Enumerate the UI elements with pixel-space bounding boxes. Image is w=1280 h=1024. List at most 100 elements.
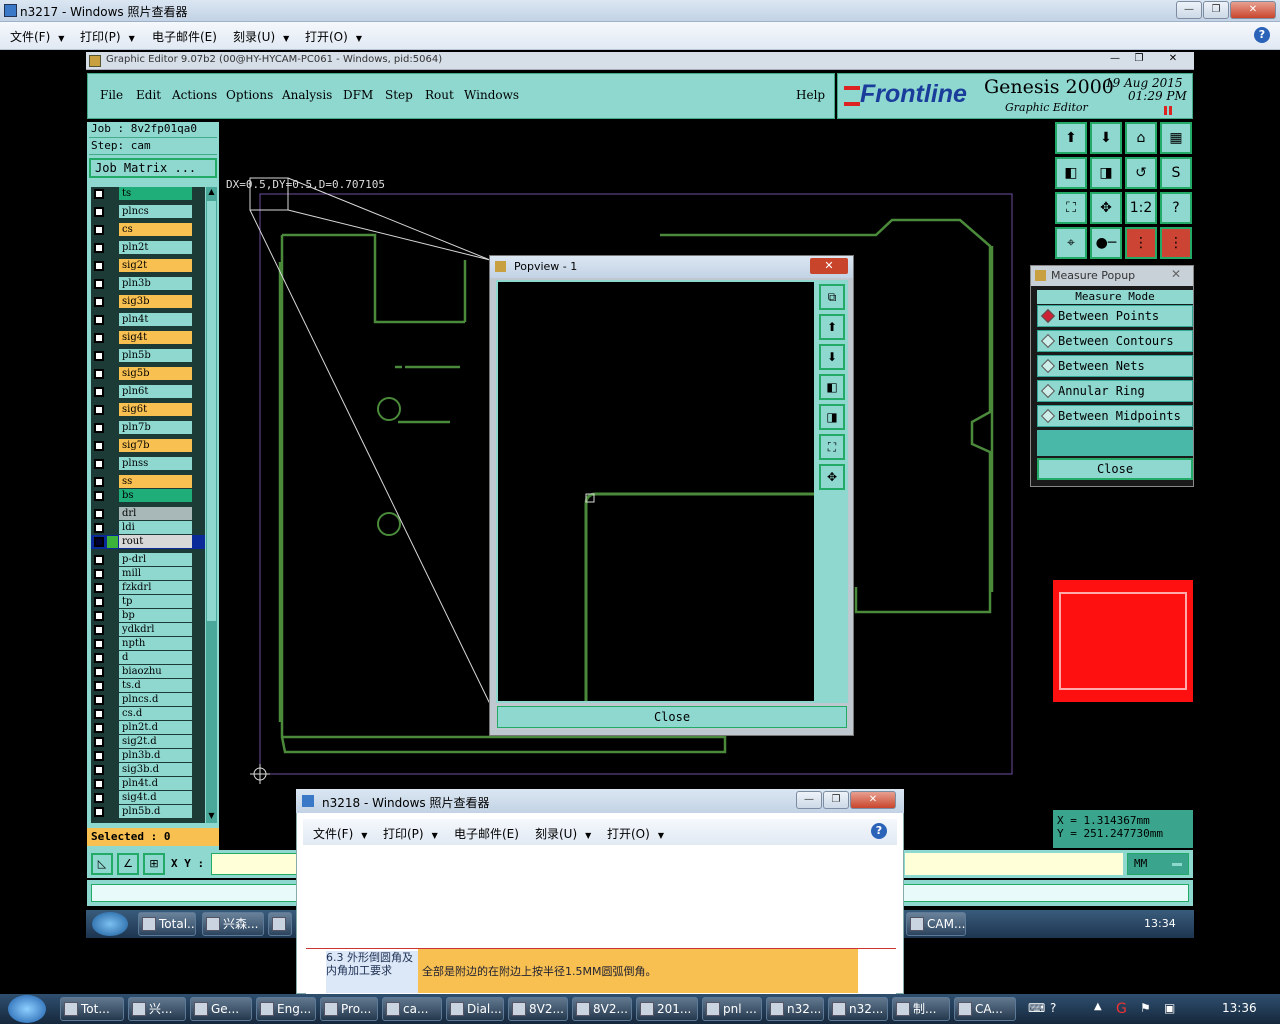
popview-canvas[interactable] [496,280,816,703]
layer-checkbox-icon[interactable] [94,555,104,565]
layer-row-p-drl[interactable]: p-drl [91,553,205,567]
layer-row-sig5b[interactable]: sig5b [91,367,205,381]
layer-checkbox-icon[interactable] [94,405,104,415]
pv-center-icon[interactable]: ✥ [819,464,845,490]
layer-row-ydkdrl[interactable]: ydkdrl [91,623,205,637]
zoom-down-icon[interactable]: ⬇ [1090,122,1122,154]
help-icon[interactable]: ? [1254,27,1270,43]
taskbar-button[interactable]: 8V2... [572,997,632,1021]
menu-open[interactable]: 打开(O) ▼ [305,28,362,45]
layer-row-pln6t[interactable]: pln6t [91,385,205,399]
taskbar-button[interactable]: CA... [954,997,1016,1021]
layer-row-sig6t[interactable]: sig6t [91,403,205,417]
layer-checkbox-icon[interactable] [94,225,104,235]
popview-close-button[interactable]: Close [497,706,847,728]
layer-scrollbar[interactable]: ▲ ▼ [206,187,217,823]
pv-right-icon[interactable]: ◨ [819,404,845,430]
layer-checkbox-icon[interactable] [94,387,104,397]
layer-checkbox-icon[interactable] [94,751,104,761]
layer-row-npth[interactable]: npth [91,637,205,651]
layer-row-ss[interactable]: ss [91,475,205,489]
measure-tool-icon[interactable]: ⌖ [1055,227,1087,259]
layer-row-pln4t.d[interactable]: pln4t.d [91,777,205,791]
layer-checkbox-icon[interactable] [94,765,104,775]
layer-row-fzkdrl[interactable]: fzkdrl [91,581,205,595]
scale-1-2-icon[interactable]: 1:2 [1125,192,1157,224]
taskbar-button[interactable]: Pro... [320,997,378,1021]
genesis-minimize-button[interactable]: — [1104,53,1126,67]
menu-file[interactable]: 文件(F) ▼ [10,28,64,45]
menu-options[interactable]: Options [226,88,273,102]
pv-fit-icon[interactable]: ⛶ [819,434,845,460]
taskbar-button[interactable]: Eng... [256,997,316,1021]
layer-checkbox-icon[interactable] [94,723,104,733]
menu-print[interactable]: 打印(P) ▼ [80,28,135,45]
layer-checkbox-icon[interactable] [94,807,104,817]
layer-checkbox-icon[interactable] [94,477,104,487]
taskbar-button[interactable]: ca... [382,997,442,1021]
menu-dfm[interactable]: DFM [343,88,373,102]
scroll-down-icon[interactable]: ▼ [207,811,216,821]
layer-row-plncs.d[interactable]: plncs.d [91,693,205,707]
layer-checkbox-icon[interactable] [94,441,104,451]
maximize-button[interactable]: ❐ [1203,1,1229,19]
layer-checkbox-icon[interactable] [94,315,104,325]
v2-menu-file[interactable]: 文件(F) ▼ [313,825,367,842]
genesis-close-button[interactable]: ✕ [1156,53,1190,67]
layer-row-cs.d[interactable]: cs.d [91,707,205,721]
tray-arrow-icon[interactable]: ▲ [1094,1001,1102,1012]
layer-checkbox-icon[interactable] [94,423,104,433]
grid-icon[interactable]: ▦ [1160,122,1192,154]
layer-row-sig2t.d[interactable]: sig2t.d [91,735,205,749]
layer-checkbox-icon[interactable] [94,681,104,691]
pv-zoom-icon[interactable]: ⧉ [819,284,845,310]
flag-icon[interactable]: ⚑ [1140,1001,1151,1015]
help-tray-icon[interactable]: ? [1050,1001,1056,1015]
layer-row-tp[interactable]: tp [91,595,205,609]
angle-mode-icon[interactable]: ∠ [117,853,139,875]
query-icon[interactable]: ? [1160,192,1192,224]
layer-checkbox-icon[interactable] [94,297,104,307]
genesis-maximize-button[interactable]: ❐ [1128,53,1150,67]
taskbar-button[interactable]: 制... [892,997,950,1021]
layer-row-mill[interactable]: mill [91,567,205,581]
job-matrix-button[interactable]: Job Matrix ... [89,158,217,178]
layer-row-sig4t[interactable]: sig4t [91,331,205,345]
layer-row-pln7b[interactable]: pln7b [91,421,205,435]
menu-analysis[interactable]: Analysis [282,88,332,102]
layer-checkbox-icon[interactable] [94,537,104,547]
layer-checkbox-icon[interactable] [94,639,104,649]
layer-row-sig4t.d[interactable]: sig4t.d [91,791,205,805]
layer-row-plncs[interactable]: plncs [91,205,205,219]
snap-mode-icon[interactable]: ◺ [91,853,113,875]
layer-row-cs[interactable]: cs [91,223,205,237]
start-orb-icon[interactable] [8,995,46,1023]
layer-checkbox-icon[interactable] [94,279,104,289]
menu-help[interactable]: Help [796,88,825,102]
snap-icon[interactable]: S [1160,157,1192,189]
layer-checkbox-icon[interactable] [94,491,104,501]
scroll-thumb[interactable] [207,201,216,621]
v2-menu-open[interactable]: 打开(O) ▼ [607,825,664,842]
layer-row-sig7b[interactable]: sig7b [91,439,205,453]
pv-down-icon[interactable]: ⬇ [819,344,845,370]
layer-checkbox-icon[interactable] [94,207,104,217]
v2-menu-burn[interactable]: 刻录(U) ▼ [535,825,591,842]
layer-row-pln3b[interactable]: pln3b [91,277,205,291]
layer-checkbox-icon[interactable] [94,779,104,789]
layer-row-bp[interactable]: bp [91,609,205,623]
layer-checkbox-icon[interactable] [94,261,104,271]
app-tray-icon[interactable]: G [1116,1001,1127,1017]
xy-input[interactable] [211,853,297,875]
layer-row-sig3b.d[interactable]: sig3b.d [91,763,205,777]
menu-step[interactable]: Step [385,88,413,102]
layer-row-biaozhu[interactable]: biaozhu [91,665,205,679]
pan-left-icon[interactable]: ◧ [1055,157,1087,189]
pv-left-icon[interactable]: ◧ [819,374,845,400]
close-button[interactable]: ✕ [1230,1,1276,19]
layer-row-pln4t[interactable]: pln4t [91,313,205,327]
layer-row-pln2t.d[interactable]: pln2t.d [91,721,205,735]
layer-checkbox-icon[interactable] [94,667,104,677]
menu-email[interactable]: 电子邮件(E) [152,28,217,45]
layer-checkbox-icon[interactable] [94,695,104,705]
